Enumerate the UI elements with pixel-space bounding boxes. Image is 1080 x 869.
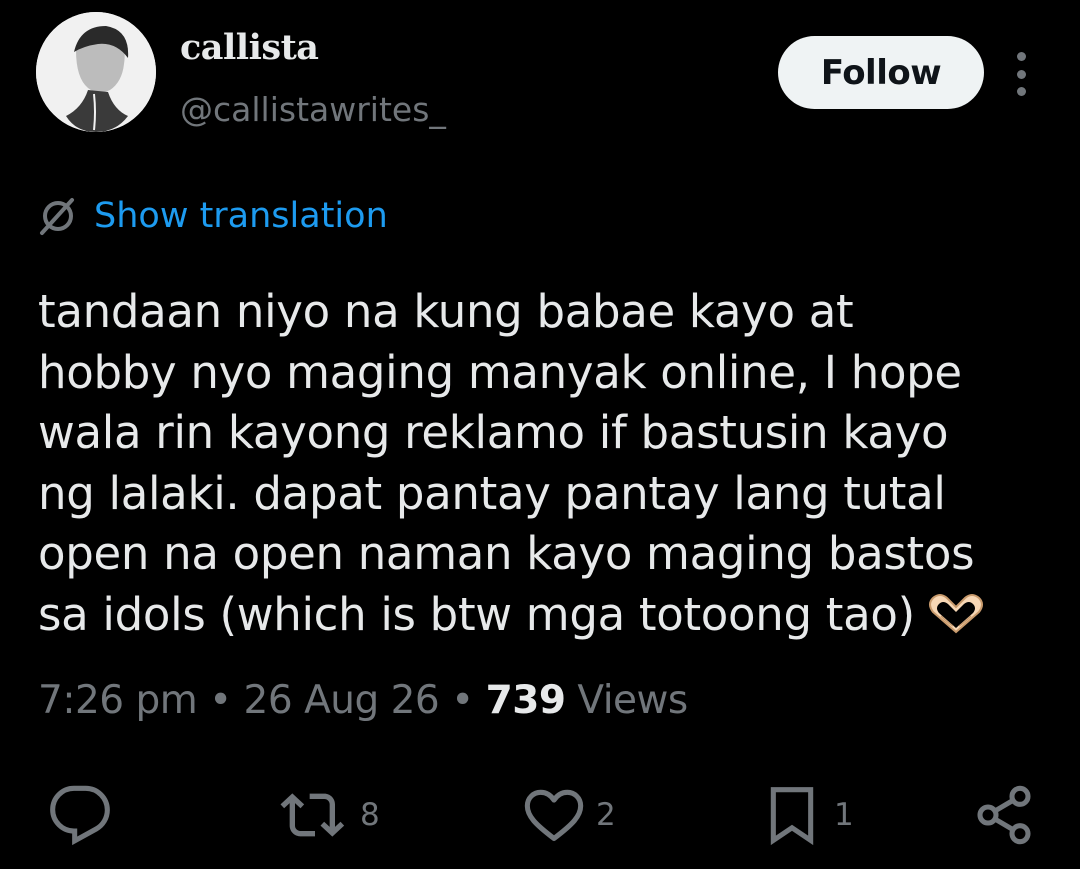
more-dot (1016, 87, 1026, 96)
tweet-body: tandaan niyo na kung babae kayo at hobby… (38, 282, 1048, 649)
tweet-action-bar: 8 2 1 (0, 780, 1080, 850)
like-button[interactable]: 2 (522, 780, 616, 850)
show-translation-link[interactable]: Show translation (36, 193, 388, 239)
avatar[interactable] (36, 12, 156, 132)
bookmark-icon (770, 787, 814, 846)
meta-separator: • (439, 678, 486, 723)
meta-separator: • (197, 678, 244, 723)
follow-button[interactable]: Follow (778, 36, 984, 109)
repost-count: 8 (360, 797, 380, 833)
repost-icon (280, 793, 345, 837)
heart-hands-emoji-icon (927, 589, 985, 650)
tweet-time[interactable]: 7:26 pm (38, 678, 198, 723)
like-count: 2 (596, 797, 616, 833)
tweet-text: tandaan niyo na kung babae kayo at hobby… (38, 285, 975, 641)
more-options-icon[interactable] (1008, 52, 1034, 96)
views-label: Views (565, 678, 688, 723)
repost-button[interactable]: 8 (280, 780, 380, 850)
bookmark-button[interactable]: 1 (760, 780, 854, 850)
heart-icon (524, 789, 584, 841)
globe-icon (40, 198, 74, 235)
share-button[interactable] (972, 780, 1036, 850)
tweet-meta: 7:26 pm • 26 Aug 26 • 739 Views (38, 676, 688, 726)
bookmark-count: 1 (834, 797, 854, 833)
tweet-date[interactable]: 26 Aug 26 (244, 678, 440, 723)
user-handle[interactable]: @callistawrites_ (180, 88, 446, 132)
avatar-image (36, 12, 156, 132)
show-translation-label: Show translation (94, 196, 388, 236)
share-icon (977, 785, 1031, 845)
reply-button[interactable] (48, 780, 122, 850)
views-count[interactable]: 739 (486, 678, 566, 723)
more-dot (1016, 52, 1026, 61)
more-dot (1016, 69, 1026, 79)
reply-icon (50, 785, 110, 846)
display-name[interactable]: callista (180, 26, 319, 70)
